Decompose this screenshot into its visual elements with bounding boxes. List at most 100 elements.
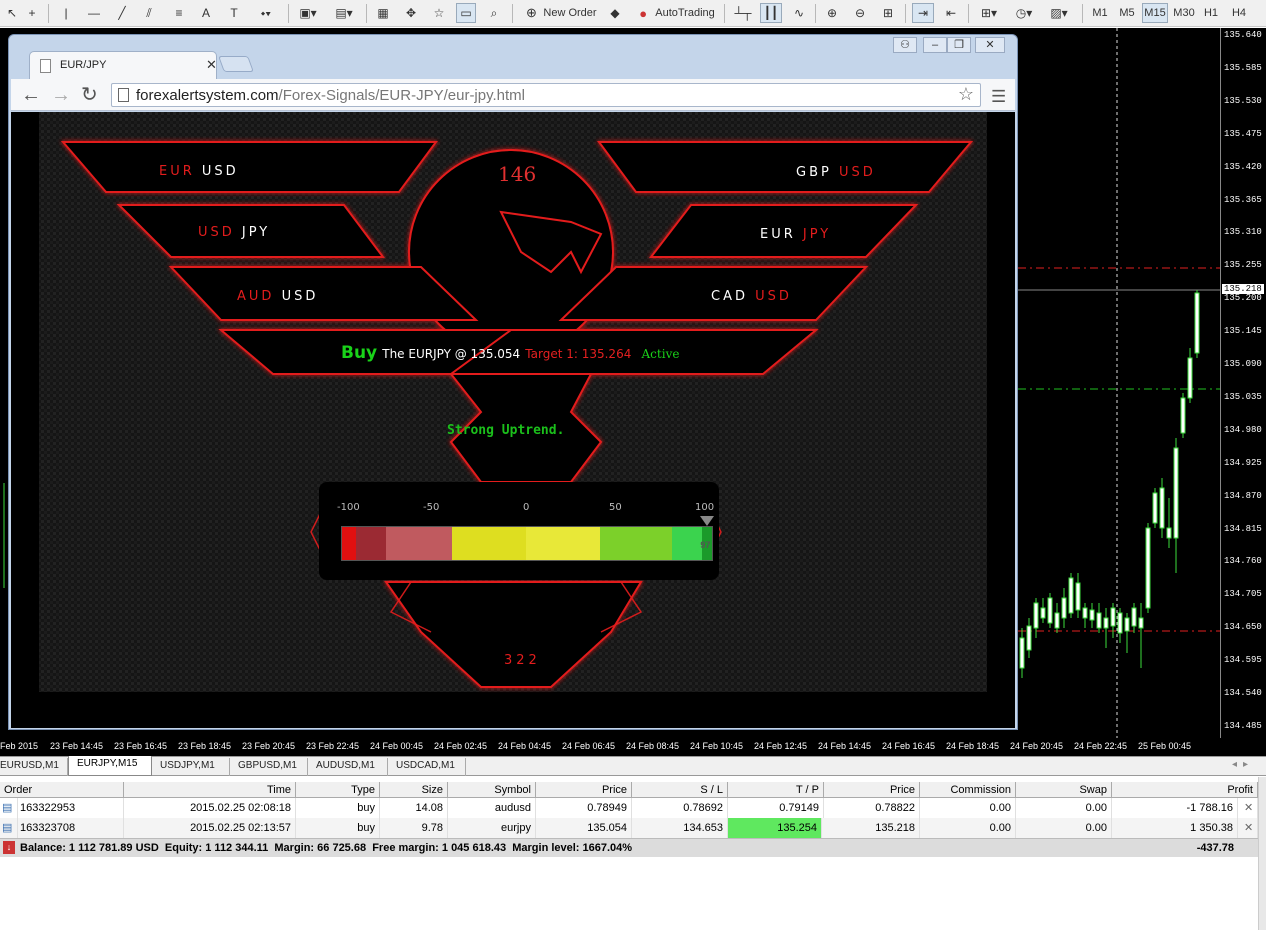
timeframe-h4[interactable]: H4 [1228,3,1250,23]
zoom-out-icon[interactable]: ⊖ [850,3,870,23]
col-profit[interactable]: Profit [1112,782,1258,798]
autoscroll-icon[interactable]: ⇥ [912,3,934,23]
back-icon[interactable]: ← [21,85,41,105]
bottom-number: 322 [504,653,541,668]
price-cell: 0.78949 [536,798,632,818]
close-order-icon[interactable]: ✕ [1240,818,1258,838]
arrows-icon[interactable]: ⬩▾ [254,3,278,23]
col-price[interactable]: Price [536,782,632,798]
pair-eurjpy[interactable]: EUR JPY [760,227,831,242]
gauge-tick: 50 [609,502,622,513]
pair-cadusd[interactable]: CAD USD [711,289,792,304]
candle-body [1103,617,1109,629]
vertical-line-icon[interactable]: | [58,3,74,23]
close-window-button[interactable]: ✕ [975,37,1005,53]
chart-tab-eurusd[interactable]: EURUSD,M1 [0,758,68,776]
timeframe-m1[interactable]: M1 [1088,3,1112,23]
signal-word: Buy [341,343,378,363]
col-cur-price[interactable]: Price [824,782,920,798]
text-icon[interactable]: A [198,3,214,23]
price-tick-label: 135.310 [1224,227,1262,238]
timeframe-m30[interactable]: M30 [1171,3,1197,23]
terminal-scrollbar[interactable] [1258,777,1266,930]
price-tick-label: 135.090 [1224,359,1262,369]
col-symbol[interactable]: Symbol [448,782,536,798]
close-tab-icon[interactable]: ✕ [206,57,217,73]
market-watch-icon[interactable]: ▦ [374,3,392,23]
price-tick-label: 135.200 [1224,293,1262,304]
candlestick-icon[interactable]: ┃┃ [760,3,782,23]
col-time[interactable]: Time [124,782,296,798]
chart-tab-usdcad[interactable]: USDCAD,M1 [388,758,466,776]
tile-windows-icon[interactable]: ⊞ [878,3,898,23]
new-tab-button[interactable] [218,56,254,72]
fibonacci-icon[interactable]: ≡ [170,3,188,23]
strategy-tester-icon[interactable]: ⌕ [485,3,503,23]
pair-gbpusd[interactable]: GBP USD [796,165,876,180]
timeframe-m15[interactable]: M15 [1142,3,1168,23]
templates-icon[interactable]: ▨▾ [1044,3,1074,23]
chart-tab-usdjpy[interactable]: USDJPY,M1 [152,758,230,776]
equidistant-channel-icon[interactable]: ⫽ [140,3,158,23]
autotrading-button[interactable]: ● AutoTrading [632,3,718,23]
chart-tab-gbpusd[interactable]: GBPUSD,M1 [230,758,308,776]
url-field[interactable]: forexalertsystem.com/Forex-Signals/EUR-J… [111,83,981,107]
chart-tab-eurjpy[interactable]: EURJPY,M15 [68,756,152,776]
col-swap[interactable]: Swap [1016,782,1112,798]
order-icon: ▤ [2,798,18,818]
table-row[interactable]: 163322953 2015.02.25 02:08:18 buy 14.08 … [0,798,1260,818]
forward-icon[interactable]: → [51,85,71,105]
price-tick-label: 135.035 [1224,391,1262,402]
document-icon [40,59,51,73]
profiles-icon[interactable]: ▤▾ [330,3,358,23]
user-icon[interactable]: ⚇ [893,37,917,53]
time-tick-label: 24 Feb 00:45 [370,741,424,751]
type-cell: buy [296,818,380,838]
commission-cell: 0.00 [920,818,1016,838]
text-label-icon[interactable]: T [226,3,242,23]
maximize-button[interactable]: ❐ [947,37,971,53]
line-chart-icon[interactable]: ∿ [789,3,809,23]
menu-icon[interactable]: ☰ [991,87,1006,107]
chart-shift-icon[interactable]: ⇤ [941,3,961,23]
periods-icon[interactable]: ◷▾ [1010,3,1038,23]
candle-body [1159,487,1165,529]
price-tick-label: 135.255 [1224,260,1262,271]
col-tp[interactable]: T / P [728,782,824,798]
timeframe-m5[interactable]: M5 [1115,3,1139,23]
close-order-icon[interactable]: ✕ [1240,798,1258,818]
time-tick-label: 24 Feb 10:45 [690,741,744,751]
bar-chart-icon[interactable]: ┴┬ [733,3,753,23]
terminal-icon[interactable]: ▭ [456,3,476,23]
pair-audusd[interactable]: AUD USD [237,289,318,304]
col-order[interactable]: Order [0,782,124,798]
table-row[interactable]: 163323708 2015.02.25 02:13:57 buy 9.78 e… [0,818,1260,838]
data-window-icon[interactable]: ✥ [402,3,420,23]
col-commission[interactable]: Commission [920,782,1016,798]
metaeditor-icon[interactable]: ◆ [604,3,626,23]
timeframe-h1[interactable]: H1 [1200,3,1222,23]
chart-tab-audusd[interactable]: AUDUSD,M1 [308,758,388,776]
price-tick-label: 135.365 [1224,194,1262,205]
col-type[interactable]: Type [296,782,380,798]
pair-eurusd[interactable]: EUR USD [159,164,239,179]
bookmark-star-icon[interactable]: ☆ [958,84,974,105]
indicators-icon[interactable]: ⊞▾ [975,3,1003,23]
col-sl[interactable]: S / L [632,782,728,798]
browser-tab[interactable]: EUR/JPY ✕ [29,51,217,79]
col-size[interactable]: Size [380,782,448,798]
horizontal-line-icon[interactable]: — [86,3,102,23]
new-order-button[interactable]: ⊕ New Order [520,3,600,23]
time-tick-label: 23 Feb 20:45 [242,741,296,751]
cursor-icon[interactable]: ↖ [4,3,20,23]
zoom-in-icon[interactable]: ⊕ [822,3,842,23]
crosshair-icon[interactable]: + [24,3,40,23]
new-chart-icon[interactable]: ▣▾ [294,3,322,23]
candle-body [1180,397,1186,434]
trendline-icon[interactable]: ╱ [114,3,130,23]
navigator-icon[interactable]: ☆ [430,3,448,23]
minimize-button[interactable]: – [923,37,947,53]
pair-usdjpy[interactable]: USD JPY [198,225,270,240]
reload-icon[interactable]: ↻ [81,85,98,105]
tab-scroll-arrows[interactable]: ◂▸ [1232,759,1254,770]
